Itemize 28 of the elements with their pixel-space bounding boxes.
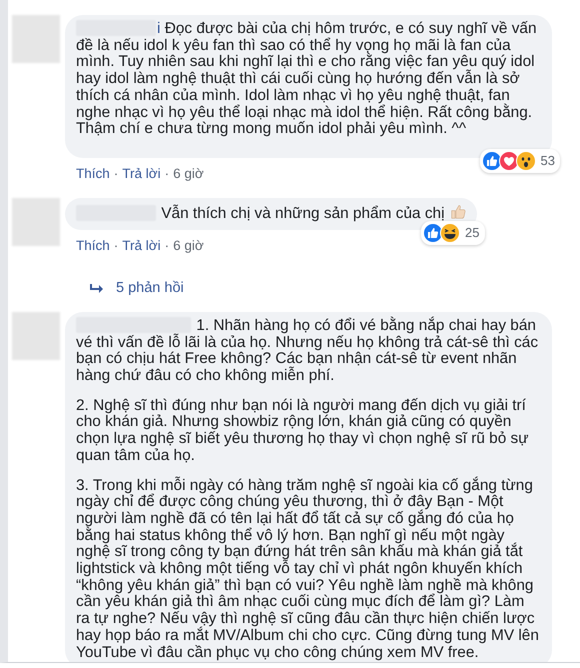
separator-dot: · [114, 236, 118, 255]
timestamp: 6 giờ [173, 164, 204, 183]
avatar[interactable] [12, 198, 60, 246]
comment-text: 3. Trong khi mỗi ngày có hàng trăm nghệ sĩ ngoài kia cố gắng từng ngày chỉ để được công chúng yêu thương, thì ở đây Bạn - Một người làm nghề đã có tên lại hất đổ tất cả sự cố gắng đó của họ bằng hai status không thể vô lý hơn. Bạn nghĩ gì nếu một ngày nghệ sĩ trong công ty bạn đứng hát trên sân khấu mà khán giả tắt lightstick và không một tiếng vỗ tay chỉ vì phát ngôn khuyến khích “không yêu khán giả” thì bạn có vui? Yêu nghề làm nghề mà không cần yêu khán giả thì âm nhạc cuối cùng mục đích để làm gì? Làm ra tự nghe? Nếu vậy thì nghệ sĩ cũng đâu cần thực hiện chiến lược hay họp báo ra mắt MV/Album chi cho cực. Cũng đừng tung MV lên YouTube vì đâu cần phục vụ cho công chúng xem MV free. [76, 478, 540, 662]
comment-text: 2. Nghệ sĩ thì đúng như bạn nói là người mang đến dịch vụ giải trí cho khán giả. Nhưng showbiz rộng lớn, khán giả cũng có quyền chọn lựa nghệ sĩ biết yêu thương họ thay vì chọn nghệ sĩ rũ bỏ sự quan tâm của họ. [76, 398, 530, 464]
reply-link[interactable]: Trả lời [122, 164, 161, 184]
separator-dot: · [114, 164, 118, 183]
like-link[interactable]: Thích [76, 164, 110, 184]
reaction-summary[interactable]: 53 [480, 148, 560, 173]
avatar[interactable] [12, 15, 60, 63]
reaction-count: 53 [540, 152, 555, 170]
comment-text: i Đọc được bài của chị hôm trước, e có suy nghĩ về vấn đề là nếu idol k yêu fan thì sao có thể hy vọng họ mãi là fan của mình. Tuy nhiên sau khi nghĩ lại thì e cho rằng việc fan yêu quý idol hay idol làm nghệ thuật thì cái cuối cùng họ hướng đến vẫn là sở thích cá nhân của mình. Idol làm nhạc vì họ yêu nghệ thuật, fan nghe nhạc vì họ yêu thể loại nhạc mà idol thể hiện. Rất công bằng. Thậm chí e chưa từng mong muốn idol phải yêu mình. ^^ [76, 20, 538, 138]
separator-dot: · [164, 164, 170, 183]
separator-dot: · [164, 236, 170, 255]
reply-link[interactable]: Trả lời [122, 236, 161, 256]
reply-arrow-icon [90, 283, 104, 295]
surprised-face-icon [516, 150, 533, 171]
avatar[interactable] [12, 312, 60, 360]
reaction-summary[interactable]: 25 [421, 220, 485, 245]
like-link[interactable]: Thích [76, 236, 110, 256]
view-replies-link[interactable]: 5 phản hồi [116, 278, 184, 300]
comment-text: Vẫn thích chị và những sản phẩm của chị [76, 205, 445, 222]
laughing-face-icon [440, 222, 458, 243]
comment-text: 1. Nhãn hàng họ có đổi vé bằng nắp chai hay bán vé thì vấn đề lỗ lãi là của họ. Nhưng nếu họ không trả cát-sê thì các bạn có chịu hát Free không? Các bạn nhận cát-sê từ event nhãn hàng chứ đâu có cho không miễn phí. [76, 316, 540, 385]
reaction-count: 25 [465, 224, 480, 242]
like-reaction-icon [482, 150, 499, 171]
heart-reaction-icon [498, 150, 516, 171]
timestamp: 6 giờ [173, 236, 204, 255]
